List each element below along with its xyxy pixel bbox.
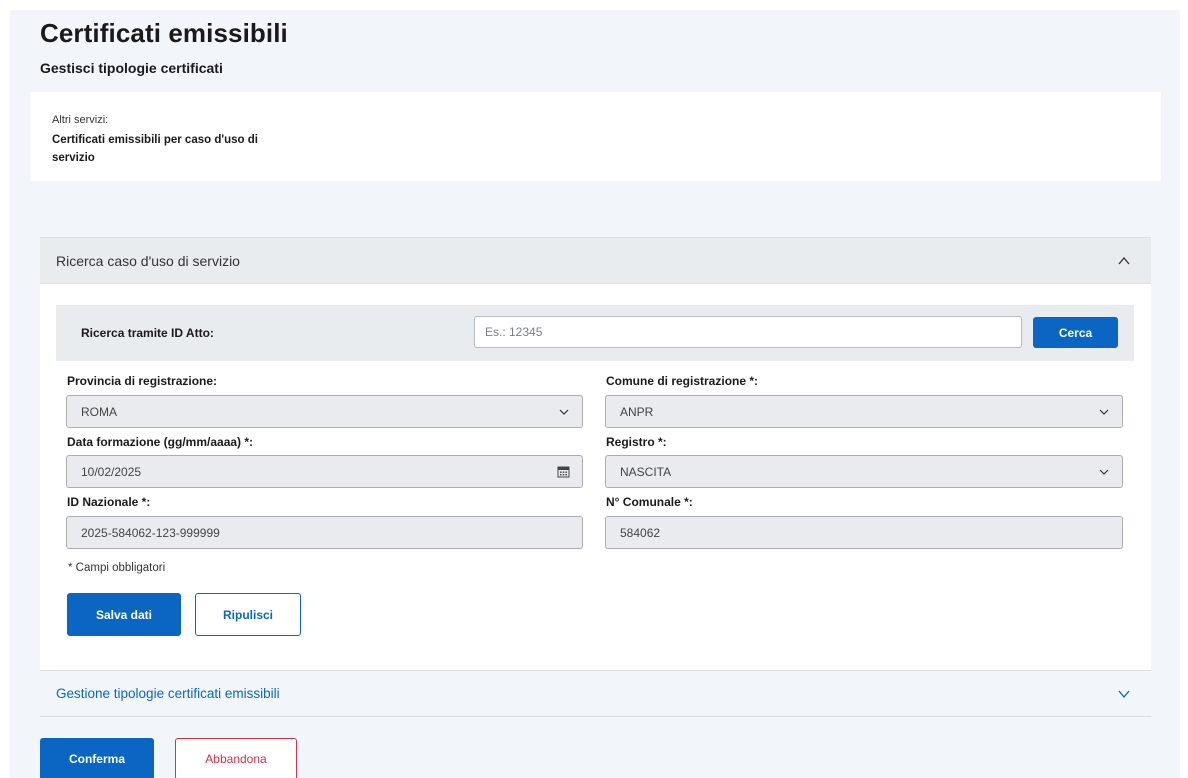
data-formazione-field[interactable]: 10/02/2025 [66, 455, 583, 488]
chevron-down-icon [559, 409, 569, 415]
registro-value: NASCITA [620, 465, 672, 479]
n-comunale-field[interactable]: 584062 [605, 516, 1123, 549]
comune-value: ANPR [620, 405, 654, 419]
accordion-search-label: Ricerca caso d'uso di servizio [56, 253, 240, 269]
comune-select[interactable]: ANPR [605, 395, 1123, 428]
registro-select[interactable]: NASCITA [605, 455, 1123, 488]
id-nazionale-value: 2025-584062-123-999999 [81, 526, 220, 540]
calendar-icon[interactable] [557, 465, 570, 478]
search-input[interactable] [474, 316, 1022, 348]
n-comunale-value: 584062 [620, 526, 661, 540]
comune-label: Comune di registrazione *: [606, 374, 759, 388]
accordion-manage-label: Gestione tipologie certificati emissibil… [56, 686, 280, 701]
provincia-select[interactable]: ROMA [66, 395, 583, 428]
save-button[interactable]: Salva dati [67, 593, 181, 636]
accordion-search-header[interactable]: Ricerca caso d'uso di servizio [40, 237, 1151, 284]
data-formazione-value: 10/02/2025 [81, 465, 142, 479]
registro-label: Registro *: [606, 435, 667, 449]
n-comunale-label: N° Comunale *: [606, 495, 693, 509]
abandon-button[interactable]: Abbandona [175, 738, 297, 778]
provincia-label: Provincia di registrazione: [67, 374, 218, 388]
search-button[interactable]: Cerca [1033, 317, 1118, 348]
required-fields-note: * Campi obbligatori [68, 562, 166, 574]
provincia-value: ROMA [81, 405, 117, 419]
chevron-down-icon [1118, 690, 1130, 699]
chevron-down-icon [1099, 469, 1109, 475]
page-title: Certificati emissibili [40, 18, 288, 48]
other-services-label: Altri servizi: [52, 114, 109, 126]
id-nazionale-field[interactable]: 2025-584062-123-999999 [66, 516, 583, 549]
id-nazionale-label: ID Nazionale *: [67, 495, 151, 509]
data-formazione-label: Data formazione (gg/mm/aaaa) *: [67, 435, 254, 449]
other-services-link[interactable]: Certificati emissibili per caso d'uso di… [52, 131, 292, 167]
accordion-manage-header[interactable]: Gestione tipologie certificati emissibil… [40, 670, 1151, 717]
clear-button[interactable]: Ripulisci [195, 593, 301, 636]
page-subtitle: Gestisci tipologie certificati [40, 60, 223, 76]
chevron-down-icon [1099, 409, 1109, 415]
confirm-button[interactable]: Conferma [40, 738, 154, 778]
search-label: Ricerca tramite ID Atto: [81, 326, 214, 340]
chevron-up-icon [1118, 256, 1130, 265]
